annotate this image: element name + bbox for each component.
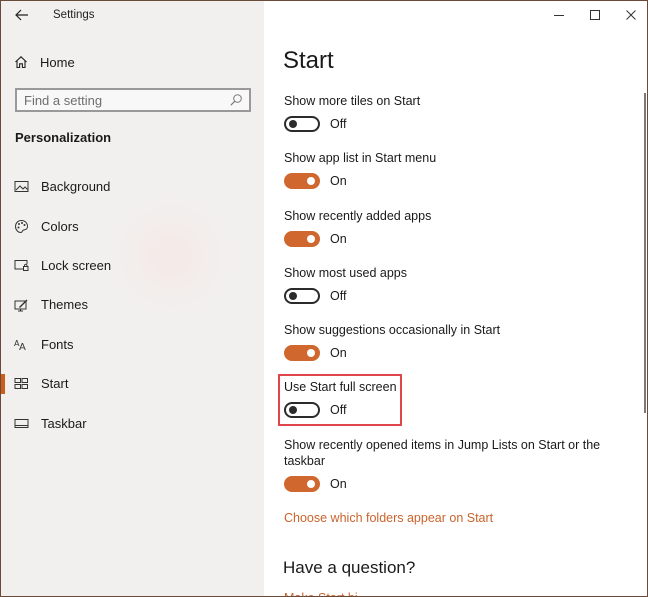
setting-label: Show app list in Start menu [284,151,437,165]
setting-label: Show more tiles on Start [284,94,421,108]
toggle-state: Off [330,403,347,417]
search-input[interactable] [17,90,217,110]
help-link[interactable]: Make Start bi... [284,591,368,596]
toggle-knob [289,292,297,300]
toggle-switch[interactable] [284,116,320,132]
sidebar: Settings Home Personalization Background [1,1,264,596]
sidebar-item-label: Lock screen [41,257,112,273]
setting-label: Use Start full screen [284,380,397,394]
lock-screen-icon [14,258,29,273]
maximize-button[interactable] [577,1,613,29]
toggle-state: Off [330,117,347,131]
sidebar-item-label: Themes [41,297,88,313]
toggle-state: On [330,477,347,491]
fonts-icon: AA [14,337,29,352]
toggle-knob [307,177,315,185]
search-icon[interactable] [229,93,243,107]
sidebar-item-background[interactable]: Background [1,167,264,206]
minimize-icon [554,15,564,16]
close-button[interactable] [613,1,647,29]
sidebar-item-label: Taskbar [41,415,87,431]
setting-label: Show most used apps [284,266,407,280]
title-bar: Settings [1,1,264,31]
close-icon [626,10,636,20]
toggle-suggestions[interactable]: On [284,345,500,361]
scrollbar[interactable] [644,93,646,413]
sidebar-item-fonts[interactable]: AA Fonts [1,325,264,364]
setting-most-used: Show most used apps Off [284,265,407,304]
toggle-knob [307,235,315,243]
toggle-switch[interactable] [284,231,320,247]
toggle-jump-lists[interactable]: On [284,476,614,492]
toggle-knob [289,120,297,128]
home-label: Home [40,54,75,70]
page-title: Start [283,47,334,74]
start-tiles-icon [14,376,29,391]
search-box[interactable] [15,88,251,112]
sidebar-item-taskbar[interactable]: Taskbar [1,403,264,442]
toggle-knob [307,480,315,488]
toggle-state: On [330,232,347,246]
setting-jump-lists: Show recently opened items in Jump Lists… [284,437,614,492]
settings-window: Settings Home Personalization Background [0,0,648,597]
sidebar-item-colors[interactable]: Colors [1,206,264,245]
toggle-app-list[interactable]: On [284,173,436,189]
toggle-knob [307,349,315,357]
toggle-switch[interactable] [284,402,320,418]
setting-app-list: Show app list in Start menu On [284,150,436,189]
palette-icon [14,219,29,234]
toggle-switch[interactable] [284,476,320,492]
themes-icon [14,297,29,312]
setting-label: Show recently opened items in Jump Lists… [284,438,601,468]
home-link[interactable]: Home [14,52,75,72]
window-controls [541,1,647,31]
toggle-switch[interactable] [284,173,320,189]
toggle-more-tiles[interactable]: Off [284,116,420,132]
setting-suggestions: Show suggestions occasionally in Start O… [284,322,500,361]
toggle-recently-added[interactable]: On [284,231,431,247]
picture-icon [14,179,29,194]
back-button[interactable] [11,5,33,25]
section-title: Personalization [15,130,112,145]
choose-folders-link[interactable]: Choose which folders appear on Start [284,511,493,525]
toggle-full-screen[interactable]: Off [284,402,397,418]
taskbar-icon [14,416,29,431]
setting-label: Show recently added apps [284,209,432,223]
app-title: Settings [53,9,95,21]
toggle-state: On [330,346,347,360]
toggle-switch[interactable] [284,288,320,304]
setting-more-tiles: Show more tiles on Start Off [284,93,420,132]
sidebar-item-label: Background [41,179,111,195]
toggle-most-used[interactable]: Off [284,288,407,304]
home-icon [15,56,27,69]
sidebar-nav: Background Colors Lock screen Themes A A… [1,167,264,443]
back-arrow-icon [15,9,28,21]
minimize-button[interactable] [541,1,577,29]
toggle-state: On [330,174,347,188]
toggle-switch[interactable] [284,345,320,361]
sidebar-item-label: Fonts [41,336,74,352]
main-content: Start Show more tiles on Start Off Show … [264,1,647,596]
setting-full-screen: Use Start full screen Off [284,379,397,418]
setting-label: Show suggestions occasionally in Start [284,323,501,337]
sidebar-item-themes[interactable]: Themes [1,285,264,324]
sidebar-item-label: Colors [41,218,79,234]
svg-text:A: A [19,342,26,351]
sidebar-item-start[interactable]: Start [1,364,264,403]
have-a-question-heading: Have a question? [283,558,416,577]
toggle-knob [289,406,297,414]
setting-recently-added: Show recently added apps On [284,208,431,247]
toggle-state: Off [330,289,347,303]
sidebar-item-lock-screen[interactable]: Lock screen [1,246,264,285]
maximize-icon [590,10,600,20]
sidebar-item-label: Start [41,376,69,392]
